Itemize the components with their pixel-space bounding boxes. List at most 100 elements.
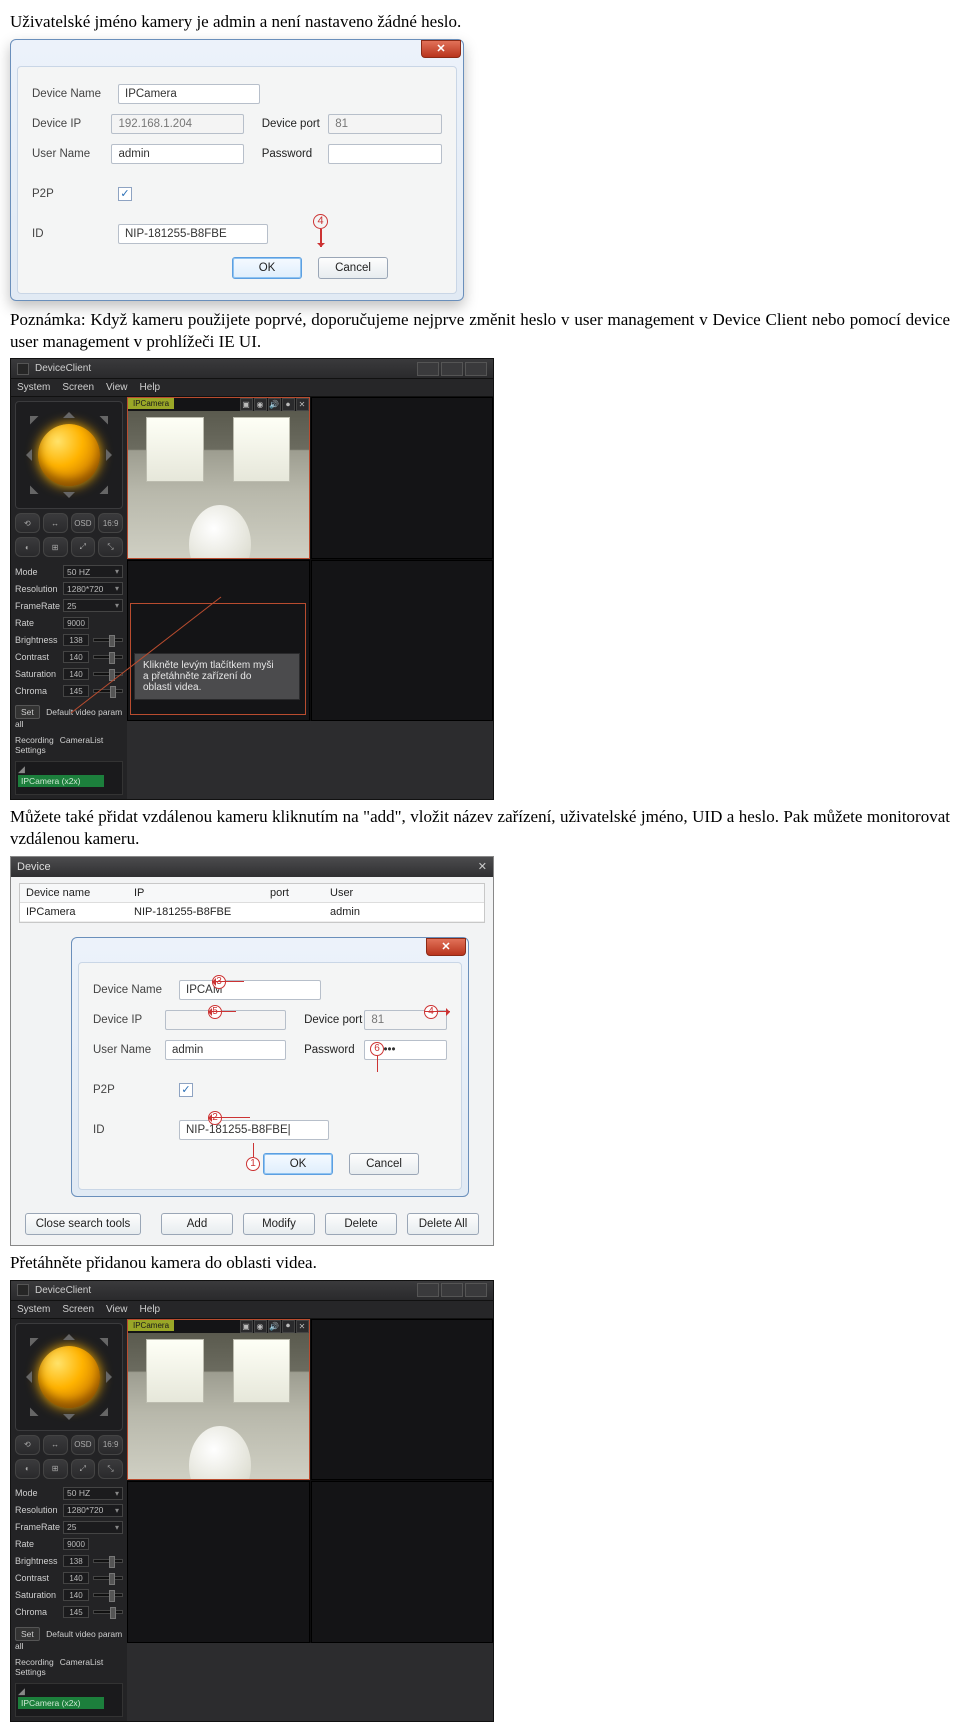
close-search-tools-button[interactable]: Close search tools xyxy=(25,1213,141,1235)
brightness-value[interactable]: 138 xyxy=(63,1555,89,1567)
maximize-button[interactable] xyxy=(441,362,463,376)
chroma-value[interactable]: 145 xyxy=(63,685,89,697)
cam-icon-3[interactable]: 🔊 xyxy=(268,398,281,411)
menu-help[interactable]: Help xyxy=(140,1304,161,1315)
cancel-button[interactable]: Cancel xyxy=(318,257,388,279)
ptz-downright-icon[interactable] xyxy=(100,1407,117,1424)
cam-icon-close[interactable]: ✕ xyxy=(296,398,309,411)
menu-view[interactable]: View xyxy=(106,382,128,393)
ptz-right-icon[interactable] xyxy=(106,1371,118,1383)
video-cell-1[interactable]: IPCamera ▣ ◉ 🔊 ⏺ ✕ xyxy=(127,397,310,559)
ptz-down-icon[interactable] xyxy=(63,1414,75,1426)
pop-p2p-checkbox[interactable]: ✓ xyxy=(179,1083,193,1097)
ptz-up-icon[interactable] xyxy=(63,1328,75,1340)
saturation-value[interactable]: 140 xyxy=(63,668,89,680)
close-button[interactable]: ✕ xyxy=(421,40,461,58)
ptz-up-icon[interactable] xyxy=(63,406,75,418)
add-button[interactable]: Add xyxy=(161,1213,233,1235)
cam-icon-4[interactable]: ⏺ xyxy=(282,398,295,411)
delete-all-button[interactable]: Delete All xyxy=(407,1213,479,1235)
ptz-upleft-icon[interactable] xyxy=(22,408,39,425)
ctrl-flip-button[interactable]: ⟲ xyxy=(15,513,40,533)
ptz-left-icon[interactable] xyxy=(20,1371,32,1383)
device-port-input[interactable]: 81 xyxy=(328,114,442,134)
devmgr-close-icon[interactable]: ✕ xyxy=(478,860,487,873)
minimize-button[interactable] xyxy=(417,362,439,376)
ctrl-d-button[interactable]: ⤡ xyxy=(98,1459,123,1479)
cam-icon-1[interactable]: ▣ xyxy=(240,398,253,411)
rate-value[interactable]: 9000 xyxy=(63,617,89,629)
device-ip-input[interactable]: 192.168.1.204 xyxy=(111,114,243,134)
ptz-control[interactable] xyxy=(15,401,123,509)
ctrl-osd-button[interactable]: OSD xyxy=(71,513,96,533)
menu-view[interactable]: View xyxy=(106,1304,128,1315)
ptz-upleft-icon[interactable] xyxy=(22,1329,39,1346)
brightness-slider[interactable] xyxy=(93,638,123,642)
menu-help[interactable]: Help xyxy=(140,382,161,393)
ctrl-a-button[interactable]: ◐ xyxy=(15,1459,40,1479)
video-cell-3[interactable]: Klikněte levým tlačítkem myši a přetáhně… xyxy=(127,560,310,722)
cam-icon-4[interactable]: ⏺ xyxy=(282,1320,295,1333)
ptz-upright-icon[interactable] xyxy=(100,1329,117,1346)
cam-icon-close[interactable]: ✕ xyxy=(296,1320,309,1333)
popup-cancel-button[interactable]: Cancel xyxy=(349,1153,419,1175)
chroma-slider[interactable] xyxy=(93,689,123,693)
minimize-button[interactable] xyxy=(417,1283,439,1297)
ctrl-b-button[interactable]: ⊞ xyxy=(43,537,68,557)
video-cell-2[interactable] xyxy=(311,1319,494,1481)
camera-tree[interactable]: ◢ IPCamera (x2x) xyxy=(15,761,123,795)
delete-button[interactable]: Delete xyxy=(325,1213,397,1235)
close-window-button[interactable] xyxy=(465,1283,487,1297)
ctrl-flip-button[interactable]: ⟲ xyxy=(15,1435,40,1455)
menu-system[interactable]: System xyxy=(17,382,50,393)
menu-system[interactable]: System xyxy=(17,1304,50,1315)
ptz-downleft-icon[interactable] xyxy=(22,486,39,503)
rate-value[interactable]: 9000 xyxy=(63,1538,89,1550)
recording-settings-button[interactable]: Recording Settings xyxy=(15,735,54,755)
menu-screen[interactable]: Screen xyxy=(62,382,94,393)
tree-expand-icon[interactable]: ◢ xyxy=(18,764,25,774)
cam-icon-2[interactable]: ◉ xyxy=(254,398,267,411)
framerate-select[interactable]: 25 xyxy=(63,599,123,612)
cam-icon-1[interactable]: ▣ xyxy=(240,1320,253,1333)
id-input[interactable]: NIP-181255-B8FBE xyxy=(118,224,268,244)
ctrl-c-button[interactable]: ⤢ xyxy=(71,1459,96,1479)
video-cell-4[interactable] xyxy=(311,560,494,722)
menu-screen[interactable]: Screen xyxy=(62,1304,94,1315)
saturation-slider[interactable] xyxy=(93,672,123,676)
cam-icon-2[interactable]: ◉ xyxy=(254,1320,267,1333)
set-button[interactable]: Set xyxy=(15,1627,40,1641)
p2p-checkbox[interactable]: ✓ xyxy=(118,187,132,201)
ptz-left-icon[interactable] xyxy=(20,449,32,461)
cameralist-button[interactable]: CameraList xyxy=(60,735,103,755)
pop-user-name-input[interactable]: admin xyxy=(165,1040,286,1060)
cameralist-button[interactable]: CameraList xyxy=(60,1657,103,1677)
ctrl-osd-button[interactable]: OSD xyxy=(71,1435,96,1455)
table-row[interactable]: IPCamera NIP-181255-B8FBE admin xyxy=(20,903,484,922)
maximize-button[interactable] xyxy=(441,1283,463,1297)
ptz-right-icon[interactable] xyxy=(106,449,118,461)
ctrl-a-button[interactable]: ◐ xyxy=(15,537,40,557)
video-cell-2[interactable] xyxy=(311,397,494,559)
mode-select[interactable]: 50 HZ xyxy=(63,1487,123,1500)
contrast-value[interactable]: 140 xyxy=(63,651,89,663)
ctrl-aspect-button[interactable]: 16:9 xyxy=(98,513,123,533)
ptz-downleft-icon[interactable] xyxy=(22,1407,39,1424)
saturation-slider[interactable] xyxy=(93,1593,123,1597)
framerate-select[interactable]: 25 xyxy=(63,1521,123,1534)
pop-device-name-input[interactable]: IPCAM xyxy=(179,980,321,1000)
popup-ok-button[interactable]: OK xyxy=(263,1153,333,1175)
ptz-down-icon[interactable] xyxy=(63,492,75,504)
tree-camera-item[interactable]: IPCamera (x2x) xyxy=(18,775,104,787)
modify-button[interactable]: Modify xyxy=(243,1213,315,1235)
chroma-value[interactable]: 145 xyxy=(63,1606,89,1618)
contrast-value[interactable]: 140 xyxy=(63,1572,89,1584)
brightness-value[interactable]: 138 xyxy=(63,634,89,646)
camera-tree[interactable]: ◢ IPCamera (x2x) xyxy=(15,1683,123,1717)
ptz-control[interactable] xyxy=(15,1323,123,1431)
ctrl-mirror-button[interactable]: ↔ xyxy=(43,513,68,533)
pop-id-input[interactable]: NIP-181255-B8FBE| xyxy=(179,1120,329,1140)
set-button[interactable]: Set xyxy=(15,705,40,719)
password-input[interactable] xyxy=(328,144,442,164)
contrast-slider[interactable] xyxy=(93,1576,123,1580)
